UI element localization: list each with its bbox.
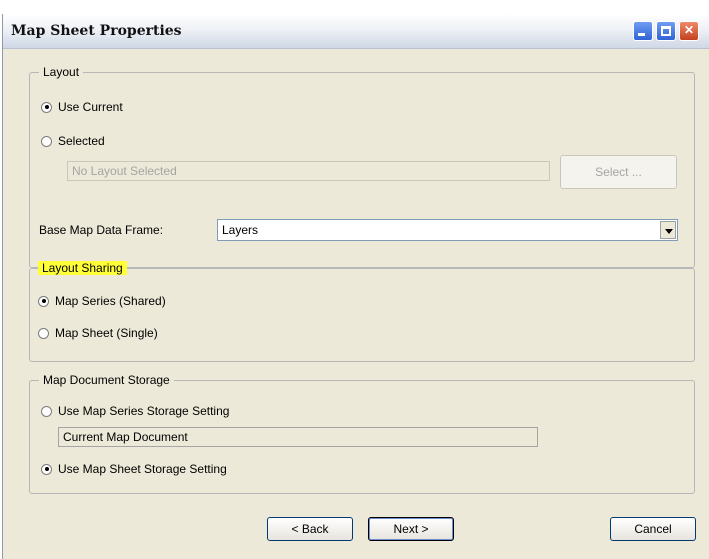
sheet-storage-label: Use Map Sheet Storage Setting [58,462,227,476]
series-storage-label: Use Map Series Storage Setting [58,404,230,418]
close-button[interactable]: ✕ [679,21,699,41]
map-series-label: Map Series (Shared) [55,294,166,308]
sheet-storage-radio[interactable] [41,463,52,475]
selected-label: Selected [58,134,105,148]
map-sheet-option[interactable]: Map Sheet (Single) [38,326,158,340]
map-series-radio[interactable] [38,295,49,307]
layout-name-field[interactable]: No Layout Selected [67,161,550,181]
map-sheet-radio[interactable] [38,327,49,339]
map-sheet-label: Map Sheet (Single) [55,326,158,340]
layout-sharing-legend: Layout Sharing [38,261,127,275]
use-current-label: Use Current [58,100,123,114]
maximize-button[interactable] [656,21,676,41]
series-storage-radio[interactable] [41,405,52,417]
selected-radio[interactable] [41,135,52,147]
layout-sharing-group: Layout Sharing Map Series (Shared) Map S… [29,261,695,362]
use-current-option[interactable]: Use Current [41,100,123,114]
map-document-storage-legend: Map Document Storage [39,373,174,387]
dialog-title: Map Sheet Properties [11,23,182,39]
map-sheet-properties-dialog: Map Sheet Properties ✕ Layout Use Curren… [2,14,709,559]
minimize-icon [638,33,645,36]
base-map-label: Base Map Data Frame: [39,223,164,237]
selected-option[interactable]: Selected [41,134,105,148]
minimize-button[interactable] [633,21,653,41]
series-storage-option[interactable]: Use Map Series Storage Setting [41,404,229,418]
next-button[interactable]: Next > [368,517,454,541]
use-current-radio[interactable] [41,101,52,113]
sheet-storage-option[interactable]: Use Map Sheet Storage Setting [41,462,227,476]
layout-group: Layout Use Current Selected No Layout Se… [29,65,695,268]
title-bar[interactable]: Map Sheet Properties ✕ [3,14,709,49]
map-series-option[interactable]: Map Series (Shared) [38,294,166,308]
select-layout-button[interactable]: Select ... [560,155,677,189]
map-document-storage-group: Map Document Storage Use Map Series Stor… [29,373,695,494]
back-button[interactable]: < Back [267,517,353,541]
base-map-value: Layers [222,223,259,237]
maximize-icon [661,26,671,36]
chevron-down-icon[interactable] [660,221,676,239]
close-icon: ✕ [683,23,695,37]
storage-location-field[interactable]: Current Map Document [58,427,538,447]
base-map-dropdown[interactable]: Layers [217,219,678,241]
cancel-button[interactable]: Cancel [610,517,696,541]
layout-group-legend: Layout [39,65,84,79]
